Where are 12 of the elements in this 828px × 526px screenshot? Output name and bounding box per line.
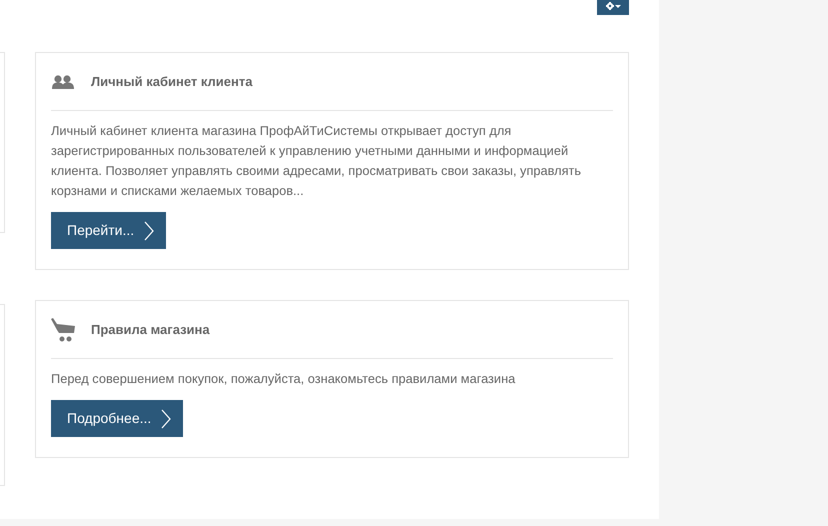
chevron-right-icon — [144, 220, 154, 240]
more-button[interactable]: Перейти... — [51, 212, 166, 249]
card-title: Личный кабинет клиента — [91, 72, 252, 91]
settings-button[interactable] — [597, 0, 629, 15]
cart-icon — [51, 318, 75, 342]
card-title: Правила магазина — [91, 320, 210, 339]
card-description: Перед совершением покупок, пожалуйста, ознакомьтесь правилами магазина — [51, 370, 516, 388]
card-description: Личный кабинет клиента магазина ПрофАйТиСистемы открывает доступ для зарегистрированных пользователей к управлению учетными данными и информацией клиента. Позволяет управлять своими адресами, просматривать свои заказы, управлять корзнами и списками желаемых товаров... — [51, 122, 582, 200]
chevron-right-icon — [161, 408, 172, 428]
more-button[interactable]: Подробнее... — [51, 400, 184, 437]
settings-icon — [605, 2, 621, 13]
users-icon — [52, 74, 74, 88]
